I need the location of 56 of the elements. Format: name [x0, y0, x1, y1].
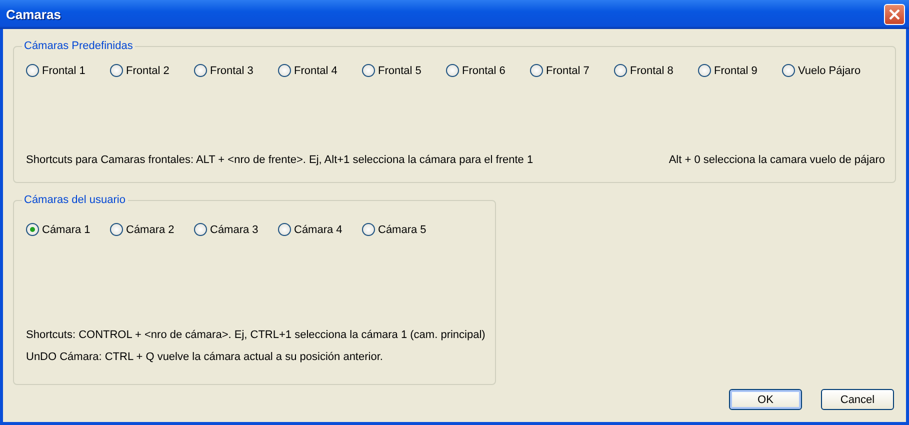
radio-label: Frontal 8: [630, 64, 674, 76]
radio-icon[interactable]: [530, 64, 543, 77]
radio-icon[interactable]: [698, 64, 711, 77]
radio-icon[interactable]: [110, 223, 123, 236]
dialog-button[interactable]: Cancel: [821, 389, 894, 410]
hint-text: Shortcuts para Camaras frontales: ALT + <nro de frente>. Ej, Alt+1 selecciona la cámara para el frente 1: [26, 154, 534, 166]
radio-option[interactable]: Cámara 3: [194, 223, 278, 236]
radio-label: Frontal 6: [462, 64, 506, 76]
radio-icon[interactable]: [26, 223, 39, 236]
radio-icon[interactable]: [194, 64, 207, 77]
radio-icon[interactable]: [278, 64, 291, 77]
radio-option[interactable]: Cámara 4: [278, 223, 362, 236]
radio-label: Cámara 4: [294, 224, 342, 236]
radio-option[interactable]: Frontal 2: [110, 64, 194, 77]
group-title: Cámaras Predefinidas: [23, 40, 134, 52]
hint-text: UnDO Cámara: CTRL + Q vuelve la cámara actual a su posición anterior.: [26, 351, 384, 363]
radio-label: Frontal 3: [210, 64, 254, 76]
hint-text: Alt + 0 selecciona la camara vuelo de pájaro: [668, 154, 885, 166]
radio-option[interactable]: Vuelo Pájaro: [782, 64, 866, 77]
radio-icon[interactable]: [362, 64, 375, 77]
radio-option[interactable]: Frontal 8: [614, 64, 698, 77]
radio-label: Frontal 5: [378, 64, 422, 76]
radio-label: Frontal 9: [714, 64, 758, 76]
close-icon: [888, 8, 901, 21]
close-button[interactable]: [884, 4, 905, 25]
radio-option[interactable]: Cámara 1: [26, 223, 110, 236]
radio-icon[interactable]: [194, 223, 207, 236]
radio-label: Cámara 5: [378, 224, 426, 236]
radio-option[interactable]: Frontal 9: [698, 64, 782, 77]
radio-icon[interactable]: [446, 64, 459, 77]
radio-option[interactable]: Frontal 5: [362, 64, 446, 77]
group-title: Cámaras del usuario: [23, 194, 126, 206]
radio-option[interactable]: Cámara 5: [362, 223, 446, 236]
hint-text: Shortcuts: CONTROL + <nro de cámara>. Ej, CTRL+1 selecciona la cámara 1 (cam. principal): [26, 329, 486, 341]
radio-option[interactable]: Frontal 7: [530, 64, 614, 77]
radio-option[interactable]: Frontal 1: [26, 64, 110, 77]
radio-label: Frontal 4: [294, 64, 338, 76]
window-title: Camaras: [6, 7, 61, 22]
radio-label: Cámara 1: [42, 224, 90, 236]
radio-label: Vuelo Pájaro: [798, 64, 861, 76]
radio-label: Frontal 2: [126, 64, 170, 76]
radio-label: Frontal 1: [42, 64, 86, 76]
radio-label: Cámara 2: [126, 224, 174, 236]
radio-icon[interactable]: [26, 64, 39, 77]
dialog-button[interactable]: OK: [729, 389, 802, 410]
radio-icon[interactable]: [782, 64, 795, 77]
radio-icon[interactable]: [362, 223, 375, 236]
radio-option[interactable]: Frontal 3: [194, 64, 278, 77]
radio-option[interactable]: Frontal 6: [446, 64, 530, 77]
radio-option[interactable]: Cámara 2: [110, 223, 194, 236]
radio-icon[interactable]: [614, 64, 627, 77]
radio-label: Cámara 3: [210, 224, 258, 236]
radio-icon[interactable]: [278, 223, 291, 236]
radio-option[interactable]: Frontal 4: [278, 64, 362, 77]
radio-icon[interactable]: [110, 64, 123, 77]
radio-label: Frontal 7: [546, 64, 590, 76]
